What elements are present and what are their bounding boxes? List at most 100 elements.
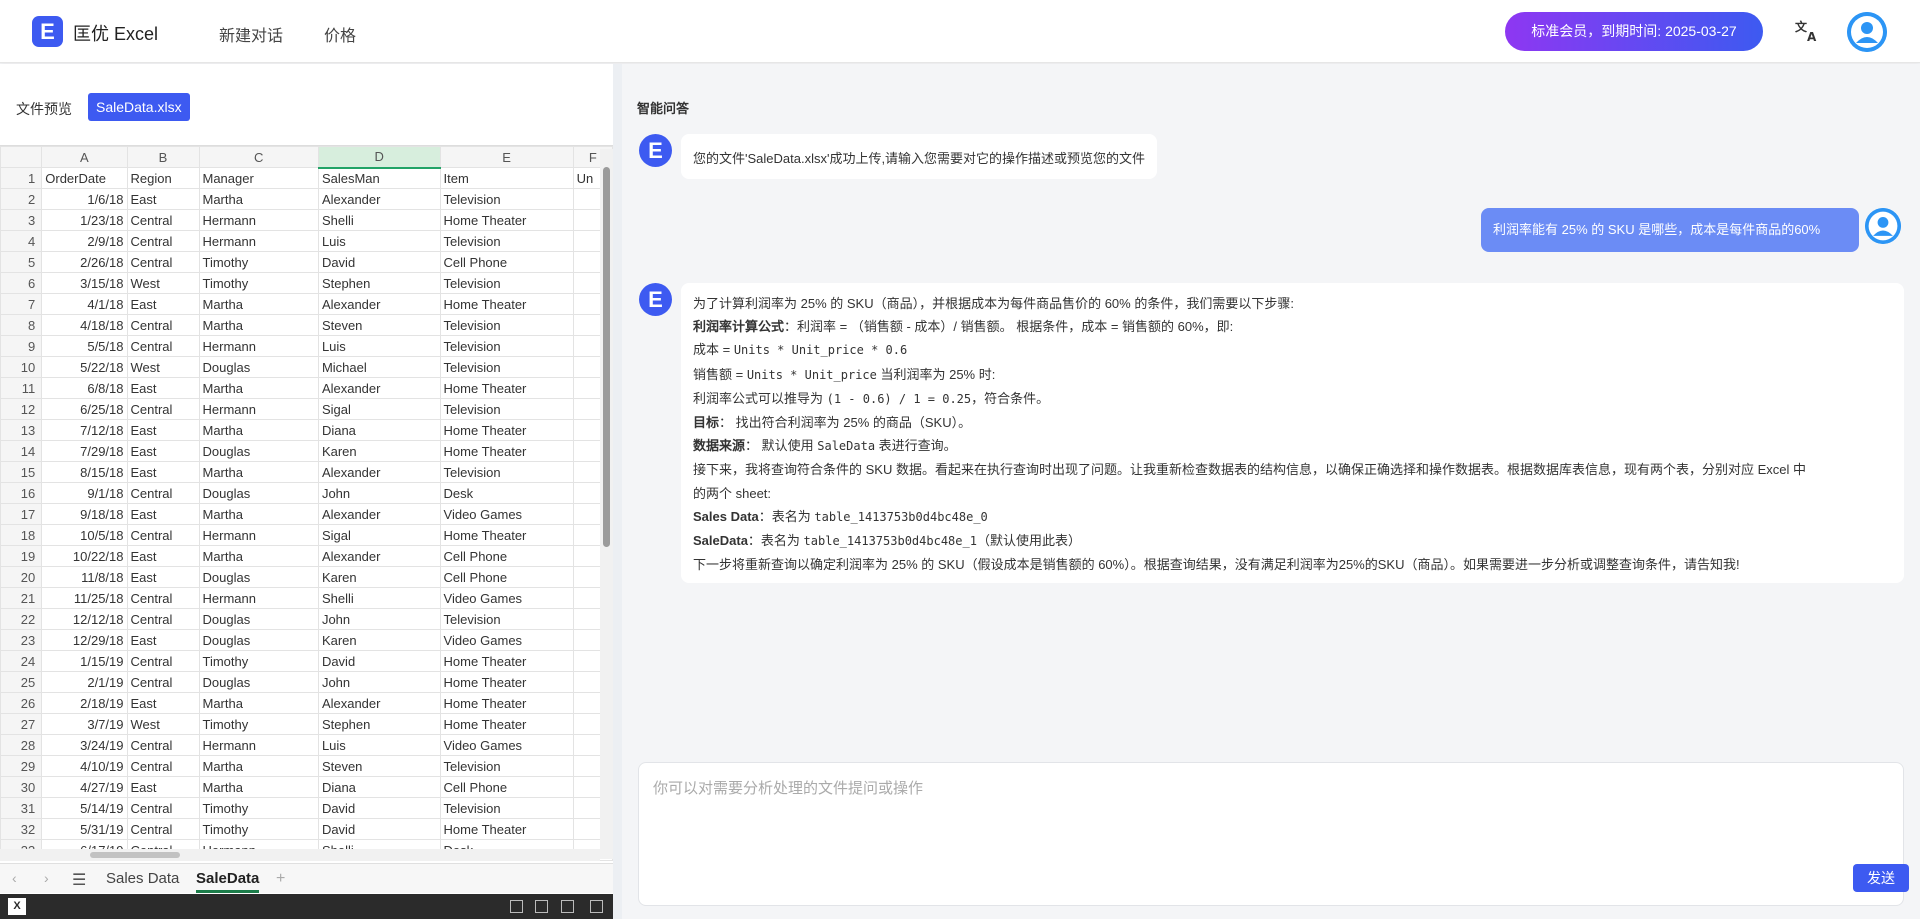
sheet-cell[interactable]: 4/1/18 — [41, 293, 128, 315]
row-number[interactable]: 21 — [0, 587, 43, 609]
sheet-cell[interactable]: Television — [439, 755, 574, 777]
sheet-cell[interactable]: Central — [126, 734, 200, 756]
sheet-cell[interactable]: 2/1/19 — [41, 671, 128, 693]
sheet-cell[interactable]: Home Theater — [439, 650, 574, 672]
sheet-cell[interactable]: Shelli — [317, 587, 441, 609]
sheet-cell[interactable]: Douglas — [198, 608, 319, 630]
sheet-cell[interactable]: East — [126, 692, 200, 714]
column-header[interactable]: C — [198, 146, 319, 168]
sheet-cell[interactable]: Video Games — [439, 587, 574, 609]
sheet-tab-sales-data[interactable]: Sales Data — [106, 870, 179, 887]
sheet-cell[interactable]: Douglas — [198, 482, 319, 504]
sheet-cell[interactable]: 2/18/19 — [41, 692, 128, 714]
sheet-cell[interactable]: 3/15/18 — [41, 272, 128, 294]
status-icon-copy[interactable] — [510, 900, 523, 913]
sheet-cell[interactable]: Home Theater — [439, 440, 574, 462]
sheet-cell[interactable]: 7/29/18 — [41, 440, 128, 462]
sheet-cell[interactable]: Video Games — [439, 734, 574, 756]
sheet-cell[interactable]: Steven — [317, 755, 441, 777]
sheet-cell[interactable]: Alexander — [317, 692, 441, 714]
sheet-cell[interactable]: Home Theater — [439, 671, 574, 693]
sheet-cell[interactable]: Diana — [317, 776, 441, 798]
sheet-cell[interactable]: Television — [439, 608, 574, 630]
row-number[interactable]: 29 — [0, 755, 43, 777]
sheet-cell[interactable]: Stephen — [317, 713, 441, 735]
sheet-cell[interactable]: 1/15/19 — [41, 650, 128, 672]
row-number[interactable]: 31 — [0, 797, 43, 819]
sheet-cell[interactable]: Timothy — [198, 818, 319, 840]
sheet-cell[interactable]: Home Theater — [439, 419, 574, 441]
sheet-cell[interactable]: Television — [439, 797, 574, 819]
sheet-cell[interactable]: Central — [126, 230, 200, 252]
sheet-cell[interactable]: Home Theater — [439, 377, 574, 399]
sheet-cell[interactable]: Hermann — [198, 209, 319, 231]
sheet-cell[interactable]: Shelli — [317, 209, 441, 231]
sheet-cell[interactable]: Karen — [317, 629, 441, 651]
row-number[interactable]: 17 — [0, 503, 43, 525]
sheet-cell[interactable]: 10/5/18 — [41, 524, 128, 546]
sheet-cell[interactable]: Diana — [317, 419, 441, 441]
sheet-cell[interactable]: Martha — [198, 314, 319, 336]
sheet-cell[interactable]: Luis — [317, 335, 441, 357]
sheet-cell[interactable]: 5/14/19 — [41, 797, 128, 819]
row-number[interactable]: 11 — [0, 377, 43, 399]
translate-icon[interactable]: 文 A — [1794, 18, 1820, 44]
sheet-cell[interactable]: West — [126, 272, 200, 294]
sheet-cell[interactable]: Television — [439, 356, 574, 378]
sheet-cell[interactable]: Central — [126, 482, 200, 504]
sheet-cell[interactable]: Cell Phone — [439, 566, 574, 588]
sheet-cell[interactable]: Home Theater — [439, 692, 574, 714]
row-number[interactable]: 22 — [0, 608, 43, 630]
sheet-cell[interactable]: Central — [126, 608, 200, 630]
nav-pricing[interactable]: 价格 — [324, 22, 356, 46]
sheet-cell[interactable]: Hermann — [198, 524, 319, 546]
column-header[interactable]: B — [126, 146, 200, 168]
sheet-cell[interactable]: Alexander — [317, 503, 441, 525]
sheet-cell[interactable]: Steven — [317, 314, 441, 336]
sheet-cell[interactable]: Alexander — [317, 377, 441, 399]
send-button[interactable]: 发送 — [1853, 864, 1909, 892]
row-number[interactable]: 32 — [0, 818, 43, 840]
sheet-cell[interactable]: Manager — [198, 167, 319, 189]
sheet-cell[interactable]: East — [126, 461, 200, 483]
sheet-cell[interactable]: 1/6/18 — [41, 188, 128, 210]
sheet-cell[interactable]: 4/10/19 — [41, 755, 128, 777]
sheet-cell[interactable]: Timothy — [198, 797, 319, 819]
sheet-cell[interactable]: Karen — [317, 566, 441, 588]
horizontal-scrollbar[interactable] — [0, 849, 600, 861]
sheet-cell[interactable]: East — [126, 419, 200, 441]
vertical-scrollbar[interactable] — [600, 149, 613, 859]
sheet-cell[interactable]: Television — [439, 461, 574, 483]
row-number[interactable]: 12 — [0, 398, 43, 420]
sheet-cell[interactable]: West — [126, 356, 200, 378]
sheet-cell[interactable]: John — [317, 482, 441, 504]
sheet-cell[interactable]: Douglas — [198, 629, 319, 651]
sheet-cell[interactable]: Martha — [198, 503, 319, 525]
sheet-cell[interactable]: Home Theater — [439, 524, 574, 546]
sheet-cell[interactable]: Sigal — [317, 398, 441, 420]
row-number[interactable]: 1 — [0, 167, 43, 189]
brand-name[interactable]: 匡优 Excel — [73, 20, 158, 46]
sheet-cell[interactable]: 1/23/18 — [41, 209, 128, 231]
row-number[interactable]: 28 — [0, 734, 43, 756]
status-icon-check[interactable] — [535, 900, 548, 913]
row-number[interactable]: 26 — [0, 692, 43, 714]
sheet-cell[interactable]: David — [317, 797, 441, 819]
sheet-cell[interactable]: 7/12/18 — [41, 419, 128, 441]
sheet-cell[interactable]: East — [126, 440, 200, 462]
sheet-cell[interactable]: Central — [126, 650, 200, 672]
sheet-cell[interactable]: Martha — [198, 692, 319, 714]
sheet-cell[interactable]: Home Theater — [439, 818, 574, 840]
sheet-cell[interactable]: Stephen — [317, 272, 441, 294]
sheet-cell[interactable]: John — [317, 608, 441, 630]
row-number[interactable]: 7 — [0, 293, 43, 315]
sheet-cell[interactable]: Alexander — [317, 545, 441, 567]
column-header[interactable]: A — [41, 146, 128, 168]
sheet-cell[interactable]: Home Theater — [439, 209, 574, 231]
sheet-cell[interactable]: Home Theater — [439, 293, 574, 315]
horizontal-scroll-thumb[interactable] — [90, 852, 180, 858]
sheet-cell[interactable]: Timothy — [198, 272, 319, 294]
sheet-cell[interactable]: Michael — [317, 356, 441, 378]
sheet-cell[interactable]: Alexander — [317, 293, 441, 315]
vertical-scroll-thumb[interactable] — [603, 167, 610, 547]
